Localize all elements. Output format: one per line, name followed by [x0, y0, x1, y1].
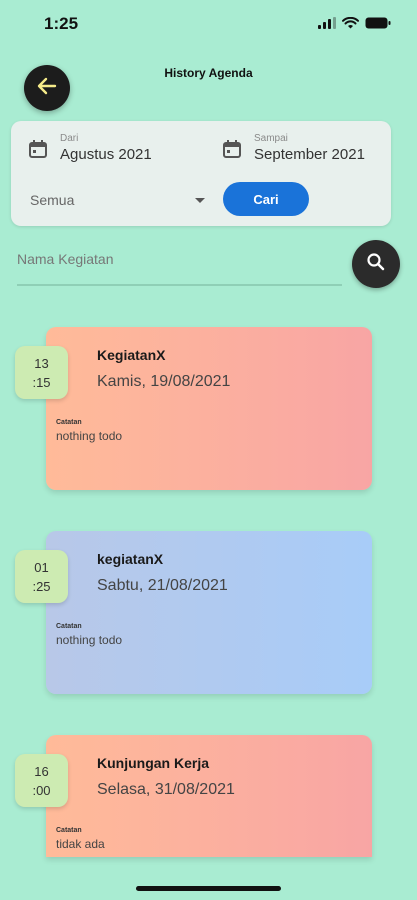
category-select-value: Semua	[30, 192, 75, 208]
agenda-note: tidak ada	[56, 837, 105, 851]
status-icons	[318, 16, 391, 34]
home-indicator[interactable]	[136, 886, 281, 891]
agenda-card[interactable]: KegiatanX Kamis, 19/08/2021 Catatan noth…	[46, 327, 372, 490]
calendar-icon	[222, 139, 242, 164]
signal-icon	[318, 16, 336, 34]
agenda-title: Kunjungan Kerja	[97, 755, 210, 771]
agenda-note: nothing todo	[56, 633, 123, 647]
agenda-date: Sabtu, 21/08/2021	[97, 577, 228, 594]
activity-name-placeholder: Nama Kegiatan	[17, 251, 114, 267]
wifi-icon	[342, 16, 359, 34]
category-select[interactable]: Semua	[30, 185, 205, 215]
time-badge: 01 :25	[15, 550, 68, 603]
calendar-icon	[28, 139, 48, 164]
agenda-note: nothing todo	[56, 429, 123, 443]
time-minute: :00	[32, 782, 51, 798]
activity-name-input[interactable]: Nama Kegiatan	[17, 244, 342, 286]
caret-down-icon	[195, 197, 205, 203]
page-title: History Agenda	[164, 66, 253, 80]
date-from-label: Dari	[60, 133, 79, 144]
agenda-note-label: Catatan	[56, 827, 82, 834]
battery-icon	[365, 16, 391, 34]
agenda-date: Kamis, 19/08/2021	[97, 373, 231, 390]
time-hour: 01	[34, 559, 49, 575]
time-minute: :25	[32, 578, 51, 594]
agenda-card[interactable]: Kunjungan Kerja Selasa, 31/08/2021 Catat…	[46, 735, 372, 857]
search-submit-button[interactable]: Cari	[223, 182, 309, 216]
agenda-note-label: Catatan	[56, 419, 82, 426]
agenda-note-label: Catatan	[56, 623, 82, 630]
date-from-value: Agustus 2021	[60, 146, 152, 163]
date-to-label: Sampai	[254, 133, 288, 144]
date-to-value: September 2021	[254, 146, 365, 163]
search-icon	[366, 252, 386, 277]
time-badge: 16 :00	[15, 754, 68, 807]
agenda-card[interactable]: kegiatanX Sabtu, 21/08/2021 Catatan noth…	[46, 531, 372, 694]
search-button[interactable]	[352, 240, 400, 288]
time-badge: 13 :15	[15, 346, 68, 399]
date-to-picker[interactable]: Sampai September 2021	[222, 133, 365, 164]
status-time: 1:25	[44, 14, 79, 33]
date-from-picker[interactable]: Dari Agustus 2021	[28, 133, 152, 164]
time-minute: :15	[32, 374, 51, 390]
time-hour: 13	[34, 355, 49, 371]
agenda-title: KegiatanX	[97, 347, 166, 363]
agenda-date: Selasa, 31/08/2021	[97, 781, 235, 798]
time-hour: 16	[34, 763, 49, 779]
agenda-title: kegiatanX	[97, 551, 164, 567]
status-bar: 1:25	[0, 0, 417, 46]
filter-card: Dari Agustus 2021 Sampai September 2021 …	[11, 121, 391, 226]
